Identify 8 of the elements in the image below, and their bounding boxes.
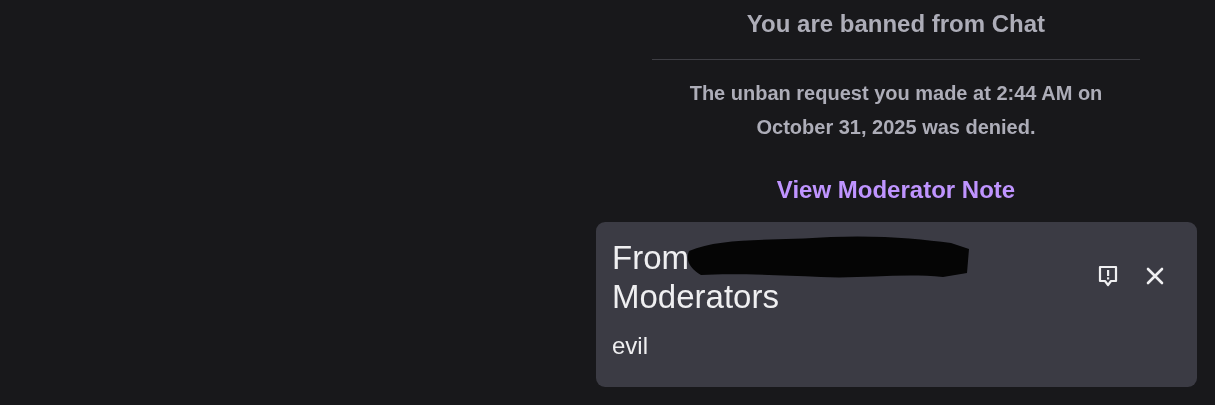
card-heading: Moderators xyxy=(612,277,780,316)
notice-title: You are banned from Chat xyxy=(746,9,1046,39)
moderator-note-link[interactable]: View Moderator Note xyxy=(776,174,1016,206)
speech-bubble-exclamation-icon xyxy=(1097,264,1119,288)
notice-message: The unban request you made at 2:44 AM on October 31, 2025 was denied. xyxy=(688,81,1104,140)
note-text: evil xyxy=(612,331,649,361)
close-icon xyxy=(1145,266,1165,286)
card-heading: From xyxy=(612,238,689,277)
